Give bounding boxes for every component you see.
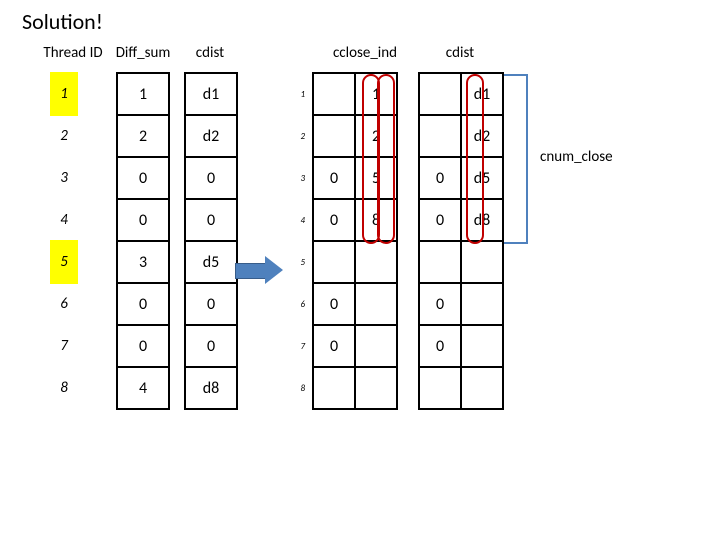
cell (460, 366, 504, 410)
thread-id: 2 (50, 114, 78, 158)
cell (418, 240, 462, 284)
arrow-icon (235, 256, 285, 284)
row-num: 6 (290, 282, 308, 326)
cell: 4 (116, 366, 170, 410)
row-num: 3 (290, 156, 308, 200)
cell: 0 (116, 282, 170, 326)
thread-id: 5 (50, 240, 78, 284)
thread-id: 7 (50, 324, 78, 368)
cell (312, 240, 356, 284)
cell (312, 72, 356, 116)
row-num: 2 (290, 114, 308, 158)
cell: 0 (312, 324, 356, 368)
cell: 0 (418, 198, 462, 242)
cell: d8 (184, 366, 238, 410)
cell (312, 114, 356, 158)
cell: 2 (116, 114, 170, 158)
cell: 0 (418, 156, 462, 200)
cell (460, 282, 504, 326)
cnum-close-label: cnum_close (540, 148, 613, 166)
thread-id: 1 (50, 72, 78, 116)
cell: 1 (116, 72, 170, 116)
thread-id: 6 (50, 282, 78, 326)
cell (354, 282, 398, 326)
header-diff-sum: Diff_sum (108, 44, 178, 62)
cell: 0 (418, 282, 462, 326)
cell: 0 (116, 324, 170, 368)
cell: 0 (312, 282, 356, 326)
cell: 0 (116, 198, 170, 242)
header-thread-id: Thread ID (33, 44, 113, 62)
cell: 0 (312, 156, 356, 200)
cell (418, 114, 462, 158)
cell: 0 (184, 198, 238, 242)
cell: d2 (184, 114, 238, 158)
cell (354, 366, 398, 410)
cclose-a-col: 0 0 0 0 (312, 72, 356, 410)
thread-id: 4 (50, 198, 78, 242)
page-title: Solution! (22, 8, 103, 35)
row-num: 8 (290, 366, 308, 410)
cell (460, 240, 504, 284)
row-num: 7 (290, 324, 308, 368)
cell: 0 (418, 324, 462, 368)
cdist-a-col: d1 d2 0 0 d5 0 0 d8 (184, 72, 238, 410)
cell: d5 (184, 240, 238, 284)
row-num: 4 (290, 198, 308, 242)
capsule-cdist (466, 74, 484, 244)
header-cclose-ind: cclose_ind (320, 44, 410, 62)
header-cdist-1: cdist (180, 44, 240, 62)
cell: 0 (312, 198, 356, 242)
cell: 0 (184, 282, 238, 326)
cell: 3 (116, 240, 170, 284)
cell: 0 (116, 156, 170, 200)
capsule-cclose-2 (377, 74, 395, 244)
row-numbers: 1 2 3 4 5 6 7 8 (290, 72, 308, 410)
diff-sum-col: 1 2 0 0 3 0 0 4 (116, 72, 170, 410)
cell (354, 240, 398, 284)
thread-id-col: 1 2 3 4 5 6 7 8 (50, 72, 78, 410)
bracket-icon (512, 74, 528, 244)
cell (460, 324, 504, 368)
header-cdist-2: cdist (430, 44, 490, 62)
row-num: 1 (290, 72, 308, 116)
cdist-b-a-col: 0 0 0 0 (418, 72, 462, 410)
cell: 0 (184, 324, 238, 368)
cell (418, 366, 462, 410)
cell: d1 (184, 72, 238, 116)
cell (354, 324, 398, 368)
cell (312, 366, 356, 410)
row-num: 5 (290, 240, 308, 284)
cell: 0 (184, 156, 238, 200)
thread-id: 8 (50, 366, 78, 410)
cell (418, 72, 462, 116)
thread-id: 3 (50, 156, 78, 200)
